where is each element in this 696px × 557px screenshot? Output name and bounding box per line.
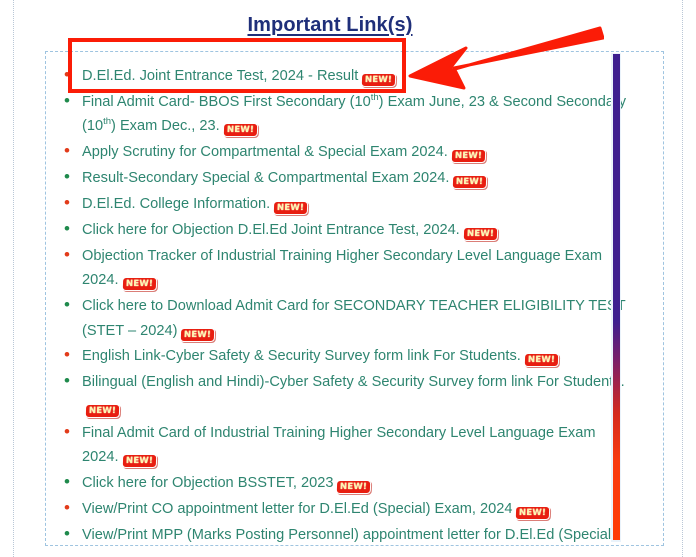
important-link-text[interactable]: Final Admit Card- BBOS First Secondary (… — [82, 92, 626, 135]
important-link-item[interactable]: Result-Secondary Special & Compartmental… — [60, 165, 635, 190]
vertical-scrollbar-thumb[interactable] — [613, 54, 620, 540]
important-link-item[interactable]: D.El.Ed. Joint Entrance Test, 2024 - Res… — [60, 63, 635, 88]
important-link-item[interactable]: Final Admit Card of Industrial Training … — [60, 420, 635, 470]
important-link-item[interactable]: D.El.Ed. College Information.NEW! — [60, 191, 635, 216]
important-link-text[interactable]: Click here to Download Admit Card for SE… — [82, 298, 625, 338]
ordinal-superscript: th — [103, 116, 112, 128]
page-left-guide — [13, 0, 14, 557]
important-link-item[interactable]: Final Admit Card- BBOS First Secondary (… — [60, 89, 635, 139]
important-link-item[interactable]: Click here for Objection BSSTET, 2023 NEW… — [60, 470, 635, 495]
important-links-container: D.El.Ed. Joint Entrance Test, 2024 - Res… — [45, 51, 664, 546]
ordinal-superscript: th — [370, 92, 379, 104]
important-link-item[interactable]: English Link-Cyber Safety & Security Sur… — [60, 343, 635, 368]
important-link-text[interactable]: Final Admit Card of Industrial Training … — [82, 425, 596, 465]
new-badge-icon: NEW! — [122, 278, 156, 291]
important-link-text[interactable]: Apply Scrutiny for Compartmental & Speci… — [82, 144, 448, 160]
important-link-text[interactable]: Bilingual (English and Hindi)-Cyber Safe… — [82, 374, 625, 390]
important-link-text[interactable]: Click here for Objection BSSTET, 2023 — [82, 475, 333, 491]
important-link-item[interactable]: View/Print CO appointment letter for D.E… — [60, 496, 635, 521]
important-link-text[interactable]: English Link-Cyber Safety & Security Sur… — [82, 348, 521, 364]
new-badge-icon: NEW! — [122, 455, 156, 468]
new-badge-icon: NEW! — [85, 404, 120, 417]
new-badge-icon: NEW! — [181, 328, 215, 341]
important-link-item[interactable]: Bilingual (English and Hindi)-Cyber Safe… — [60, 369, 635, 419]
important-link-item[interactable]: View/Print MPP (Marks Posting Personnel)… — [60, 522, 635, 545]
page-title: Important Link(s) — [247, 14, 413, 36]
new-badge-icon: NEW! — [362, 74, 396, 86]
page-right-guide — [682, 0, 683, 557]
new-badge-icon: NEW! — [223, 124, 257, 137]
new-badge-icon: NEW! — [463, 227, 497, 240]
important-link-text[interactable]: View/Print CO appointment letter for D.E… — [82, 501, 512, 517]
new-badge-icon: NEW! — [524, 354, 558, 367]
important-link-text[interactable]: D.El.Ed. College Information. — [82, 196, 270, 212]
new-badge-icon: NEW! — [516, 506, 550, 519]
important-link-text[interactable]: Click here for Objection D.El.Ed Joint E… — [82, 222, 460, 238]
important-link-text[interactable]: View/Print MPP (Marks Posting Personnel)… — [82, 527, 616, 545]
new-badge-icon: NEW! — [451, 150, 486, 163]
important-link-item[interactable]: Click here for Objection D.El.Ed Joint E… — [60, 217, 635, 242]
important-links-list: D.El.Ed. Joint Entrance Test, 2024 - Res… — [46, 52, 663, 545]
new-badge-icon: NEW! — [273, 202, 308, 215]
important-link-item[interactable]: Click here to Download Admit Card for SE… — [60, 293, 635, 343]
important-link-item[interactable]: Apply Scrutiny for Compartmental & Speci… — [60, 139, 635, 164]
important-link-text[interactable]: Result-Secondary Special & Compartmental… — [82, 170, 449, 186]
new-badge-icon: NEW! — [337, 481, 371, 493]
important-link-text[interactable]: D.El.Ed. Joint Entrance Test, 2024 - Res… — [82, 68, 358, 84]
important-link-item[interactable]: Objection Tracker of Industrial Training… — [60, 243, 635, 293]
new-badge-icon: NEW! — [453, 176, 487, 189]
important-link-text[interactable]: Objection Tracker of Industrial Training… — [82, 248, 602, 288]
